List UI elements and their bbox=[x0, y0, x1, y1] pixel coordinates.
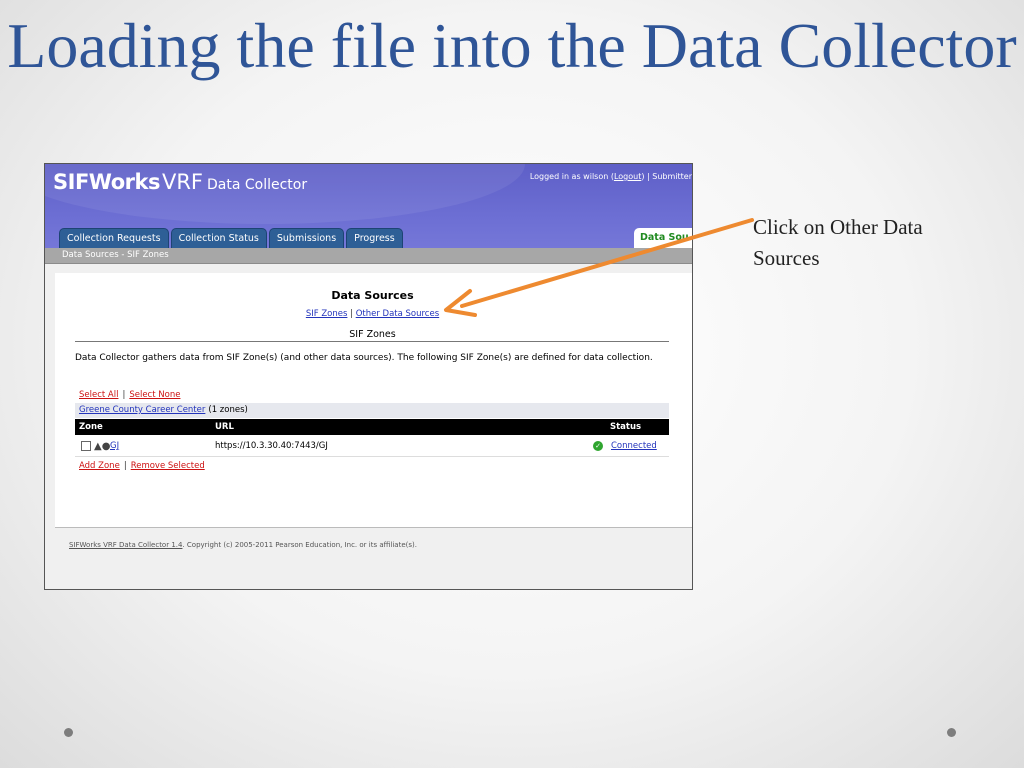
table-row: ▲● GJ https://10.3.30.40:7443/GJ ✓ Conne… bbox=[75, 436, 669, 457]
app-screenshot: SIFWorksVRF Data Collector Logged in as w… bbox=[44, 163, 693, 590]
zone-link[interactable]: GJ bbox=[110, 441, 119, 451]
logo-subtitle: Data Collector bbox=[207, 177, 308, 193]
sif-zones-link[interactable]: SIF Zones bbox=[306, 309, 348, 319]
select-none-link[interactable]: Select None bbox=[129, 390, 180, 400]
column-header-zone: Zone bbox=[79, 422, 103, 432]
logo-brand: SIFWorks bbox=[53, 170, 160, 194]
logout-link[interactable]: Logout bbox=[614, 172, 641, 181]
decor-dot-right bbox=[947, 728, 956, 737]
footer-copyright: . Copyright (c) 2005-2011 Pearson Educat… bbox=[182, 541, 417, 549]
zone-group-link[interactable]: Greene County Career Center bbox=[79, 405, 205, 415]
other-data-sources-link[interactable]: Other Data Sources bbox=[356, 309, 439, 319]
app-header: SIFWorksVRF Data Collector Logged in as w… bbox=[45, 164, 692, 248]
section-divider bbox=[75, 341, 669, 342]
zone-icon: ▲● bbox=[94, 441, 111, 452]
breadcrumb-text: Data Sources - SIF Zones bbox=[62, 250, 169, 260]
status-cell: Connected bbox=[611, 436, 657, 456]
tab-data-sources[interactable]: Data Sou bbox=[634, 228, 692, 248]
zone-checkbox[interactable] bbox=[81, 441, 91, 451]
tab-progress[interactable]: Progress bbox=[346, 228, 403, 248]
url-cell: https://10.3.30.40:7443/GJ bbox=[215, 441, 328, 451]
decor-dot-left bbox=[64, 728, 73, 737]
app-logo[interactable]: SIFWorksVRF Data Collector bbox=[53, 170, 307, 194]
action-separator: | bbox=[123, 461, 127, 471]
login-info: Logged in as wilson (Logout) | Submitter bbox=[530, 172, 692, 181]
slide-title: Loading the file into the Data Collector bbox=[7, 10, 1017, 81]
column-header-url: URL bbox=[215, 422, 234, 432]
breadcrumb: Data Sources - SIF Zones bbox=[45, 248, 692, 264]
select-separator: | bbox=[122, 390, 126, 400]
connected-check-icon: ✓ bbox=[593, 441, 603, 451]
zones-table-header: Zone URL Status bbox=[75, 419, 669, 435]
data-source-links: SIF Zones | Other Data Sources bbox=[55, 309, 690, 319]
logo-product: VRF bbox=[161, 170, 203, 194]
footer-product-link[interactable]: SIFWorks VRF Data Collector 1.4 bbox=[69, 541, 182, 549]
add-zone-link[interactable]: Add Zone bbox=[79, 461, 120, 471]
login-suffix: ) | Submitter bbox=[641, 172, 692, 181]
status-link[interactable]: Connected bbox=[611, 441, 657, 451]
tab-collection-status[interactable]: Collection Status bbox=[170, 228, 267, 248]
tab-submissions[interactable]: Submissions bbox=[268, 228, 345, 248]
page-title: Data Sources bbox=[331, 289, 414, 302]
zone-group-row: Greene County Career Center (1 zones) bbox=[75, 403, 669, 418]
selection-links: Select All | Select None bbox=[79, 390, 180, 400]
select-all-link[interactable]: Select All bbox=[79, 390, 118, 400]
zone-cell: GJ bbox=[110, 436, 119, 456]
login-prefix: Logged in as wilson ( bbox=[529, 172, 614, 181]
main-content: Data Sources SIF Zones | Other Data Sour… bbox=[55, 273, 692, 528]
tab-collection-requests[interactable]: Collection Requests bbox=[59, 228, 169, 248]
callout-note: Click on Other Data Sources bbox=[753, 215, 923, 270]
zone-actions: Add Zone | Remove Selected bbox=[79, 461, 205, 471]
app-footer: SIFWorks VRF Data Collector 1.4. Copyrig… bbox=[69, 541, 417, 549]
zone-group-count: (1 zones) bbox=[208, 405, 248, 415]
link-separator: | bbox=[350, 309, 353, 319]
column-header-status: Status bbox=[610, 422, 642, 432]
remove-selected-link[interactable]: Remove Selected bbox=[131, 461, 205, 471]
section-title: SIF Zones bbox=[349, 329, 396, 340]
intro-text: Data Collector gathers data from SIF Zon… bbox=[75, 353, 653, 363]
main-tabs: Collection Requests Collection Status Su… bbox=[59, 228, 405, 248]
